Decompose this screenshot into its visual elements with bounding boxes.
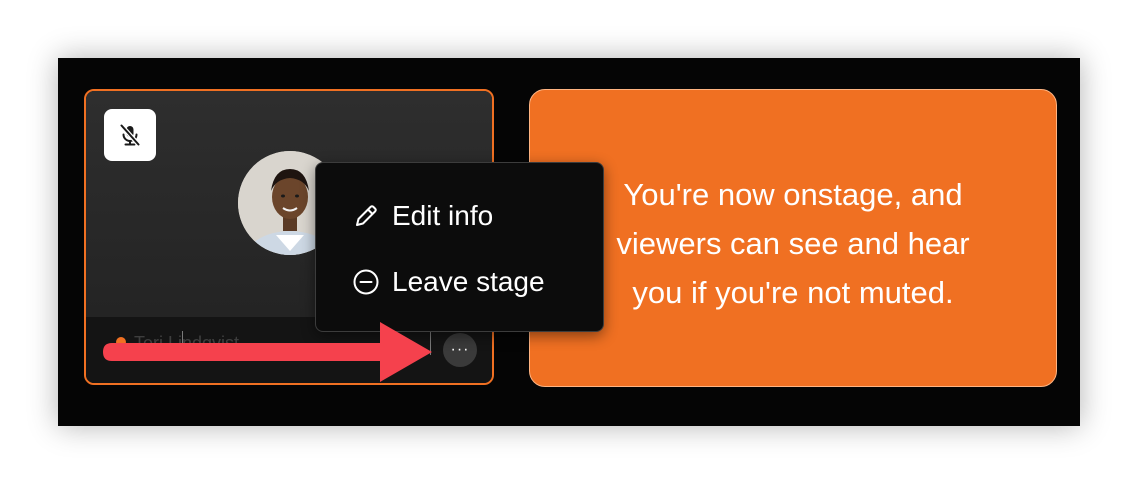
onstage-notice: You're now onstage, and viewers can see … (529, 89, 1057, 387)
minus-circle-icon (352, 268, 380, 296)
onstage-notice-line: viewers can see and hear (616, 226, 970, 261)
menu-item-leave-stage[interactable]: Leave stage (352, 262, 545, 302)
menu-item-edit-info[interactable]: Edit info (352, 196, 493, 236)
onstage-notice-line: You're now onstage, and (623, 177, 963, 212)
onstage-notice-line: you if you're not muted. (632, 275, 954, 310)
microphone-off-icon (119, 123, 141, 147)
participant-context-menu: Edit info Leave stage (315, 162, 604, 332)
menu-item-label: Leave stage (392, 266, 545, 297)
status-dot (116, 337, 126, 347)
more-options-button[interactable]: ··· (443, 333, 477, 367)
pencil-icon (352, 202, 380, 230)
mute-button[interactable] (104, 109, 156, 161)
name-divider (430, 331, 431, 355)
participant-name: Teri Lindqvist (134, 333, 240, 353)
name-divider (182, 331, 183, 355)
menu-item-label: Edit info (392, 200, 494, 231)
